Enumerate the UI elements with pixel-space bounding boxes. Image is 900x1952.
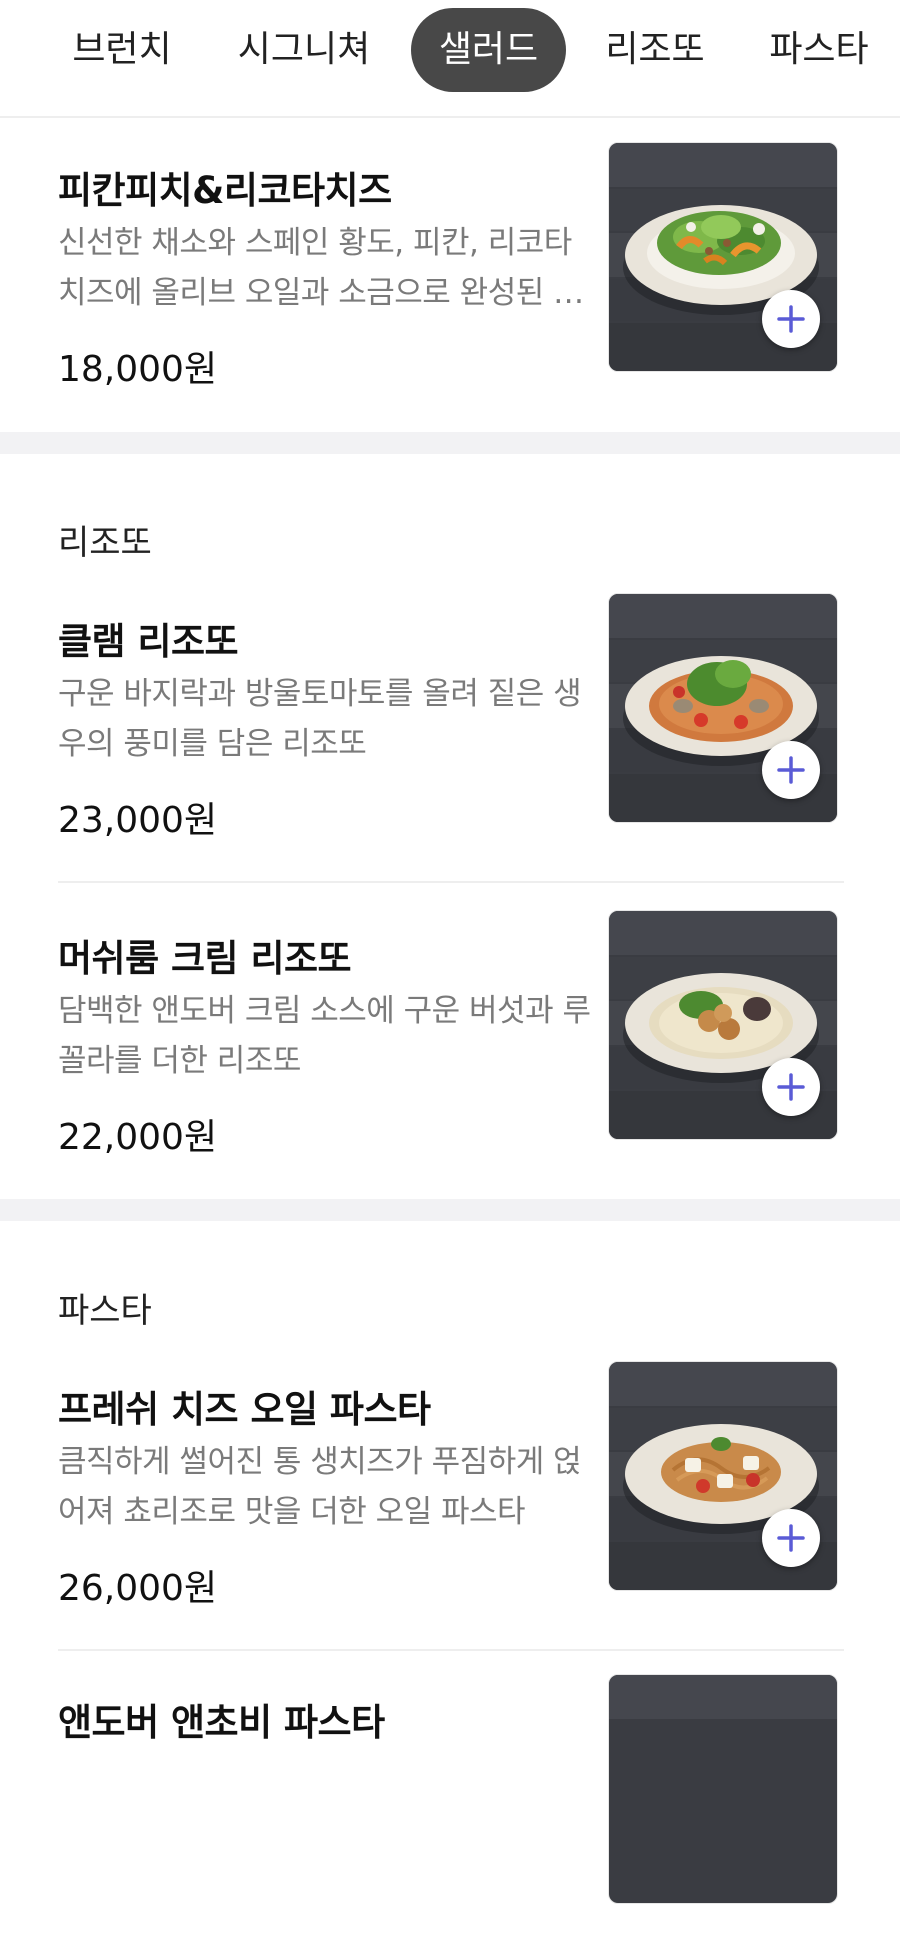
category-tab-bar: 브런치 시그니쳐 샐러드 리조또 파스타 [0, 0, 900, 118]
item-description: 구운 바지락과 방울토마토를 올려 짙은 생우의 풍미를 담은 리조또 [58, 676, 582, 762]
item-separator [58, 1649, 844, 1651]
item-separator [58, 881, 844, 883]
item-name: 피칸피치&리코타치즈 [58, 169, 392, 212]
item-price: 23,000원 [58, 800, 218, 841]
item-name: 클램 리조또 [58, 620, 239, 663]
item-price: 22,000원 [58, 1117, 218, 1158]
plus-icon [777, 1524, 805, 1552]
plus-icon [777, 1073, 805, 1101]
item-name: 머쉬룸 크림 리조또 [58, 937, 352, 980]
menu-item[interactable]: 피칸피치&리코타치즈 신선한 채소와 스페인 황도, 피칸, 리코타 치즈에 올… [0, 142, 900, 420]
item-description: 큼직하게 썰어진 통 생치즈가 푸짐하게 얹어져 쵸리조로 맛을 더한 오일 파… [58, 1444, 582, 1530]
menu-item[interactable]: 머쉬룸 크림 리조또 담백한 앤도버 크림 소스에 구운 버섯과 루꼴라를 더한… [0, 910, 900, 1188]
tab-pasta[interactable]: 파스타 [760, 8, 878, 92]
add-to-cart-button[interactable] [762, 1509, 820, 1567]
item-description: 담백한 앤도버 크림 소스에 구운 버섯과 루꼴라를 더한 리조또 [58, 993, 591, 1079]
menu-item[interactable]: 클램 리조또 구운 바지락과 방울토마토를 올려 짙은 생우의 풍미를 담은 리… [0, 593, 900, 871]
plus-icon [777, 305, 805, 333]
add-to-cart-button[interactable] [762, 290, 820, 348]
item-name: 앤도버 앤초비 파스타 [58, 1701, 385, 1744]
section-title-risotto: 리조또 [58, 523, 152, 563]
plus-icon [777, 756, 805, 784]
tab-risotto[interactable]: 리조또 [596, 8, 714, 92]
item-name: 프레쉬 치즈 오일 파스타 [58, 1388, 431, 1431]
add-to-cart-button[interactable] [762, 741, 820, 799]
section-title-pasta: 파스타 [58, 1291, 152, 1331]
add-to-cart-button[interactable] [762, 1058, 820, 1116]
item-price: 26,000원 [58, 1568, 218, 1609]
menu-item[interactable]: 앤도버 앤초비 파스타 [0, 1674, 900, 1952]
item-description: 신선한 채소와 스페인 황도, 피칸, 리코타 치즈에 올리브 오일과 소금으로… [58, 225, 584, 311]
tab-signature[interactable]: 시그니쳐 [224, 8, 384, 92]
tab-salad[interactable]: 샐러드 [411, 8, 566, 92]
item-price: 18,000원 [58, 349, 218, 390]
food-photo [608, 1674, 838, 1904]
section-divider [0, 432, 900, 454]
section-divider [0, 1199, 900, 1221]
menu-item[interactable]: 프레쉬 치즈 오일 파스타 큼직하게 썰어진 통 생치즈가 푸짐하게 얹어져 쵸… [0, 1361, 900, 1639]
tab-brunch[interactable]: 브런치 [60, 8, 184, 92]
